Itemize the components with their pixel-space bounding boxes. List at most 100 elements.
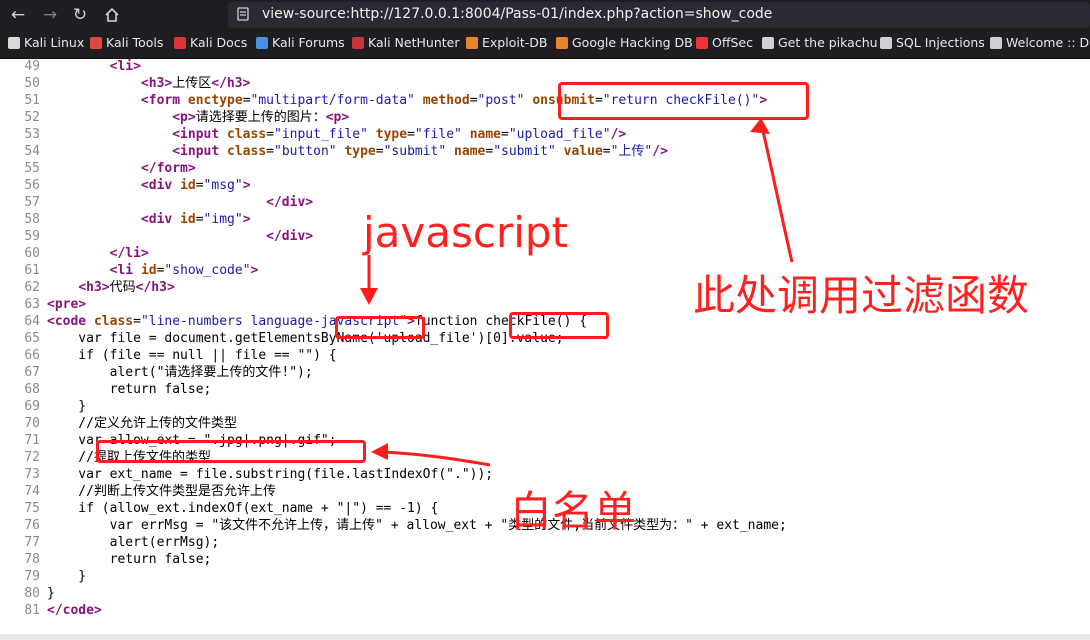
code-text: <li id="show_code"> xyxy=(109,263,259,278)
source-code-view: 49 <li> 50 <h3>上传区</h3> 51 <form enctype="… xyxy=(0,58,1090,634)
bookmark-icon xyxy=(256,37,268,49)
onsubmit-highlight-box xyxy=(558,82,809,120)
reload-icon[interactable]: ↻ xyxy=(68,3,92,27)
line-number: 78 xyxy=(24,552,40,567)
bookmark-label: Get the pikachu xyxy=(778,35,878,50)
bookmark-icon xyxy=(990,37,1002,49)
bookmark-icon xyxy=(352,37,364,49)
code-text: <div id="msg"> xyxy=(140,178,251,193)
line-number: 80 xyxy=(24,586,40,601)
code-text: <div id="img"> xyxy=(140,212,251,227)
line-number: 55 xyxy=(24,161,40,176)
bookmark-item[interactable]: Kali Docs xyxy=(174,35,247,50)
code-text: var file = document.getElementsByName('u… xyxy=(47,331,564,346)
line-number: 59 xyxy=(24,229,40,244)
line-number: 64 xyxy=(24,314,40,329)
filter-function-annotation: 此处调用过滤函数 xyxy=(693,271,1030,320)
whitelist-annotation: 白名单 xyxy=(510,487,637,536)
line-number: 53 xyxy=(24,127,40,142)
line-number: 74 xyxy=(24,484,40,499)
code-text: } xyxy=(47,586,55,601)
line-number: 66 xyxy=(24,348,40,363)
line-number: 73 xyxy=(24,467,40,482)
bookmark-label: Kali Forums xyxy=(272,35,345,50)
forward-arrow-icon[interactable]: → xyxy=(38,3,62,27)
address-bar[interactable]: view-source:http://127.0.0.1:8004/Pass-0… xyxy=(228,2,1090,28)
bookmark-icon xyxy=(762,37,774,49)
bookmark-item[interactable]: Kali Linux xyxy=(8,35,84,50)
line-number: 56 xyxy=(24,178,40,193)
code-text: <pre> xyxy=(47,297,87,312)
bottom-edge xyxy=(0,634,1090,640)
line-number: 77 xyxy=(24,535,40,550)
bookmark-item[interactable]: Welcome :: Da xyxy=(990,35,1090,50)
line-number: 61 xyxy=(24,263,40,278)
allow-ext-highlight-box xyxy=(96,440,366,463)
bookmark-label: SQL Injections xyxy=(896,35,985,50)
line-number: 57 xyxy=(24,195,40,210)
checkfile-highlight-box xyxy=(509,312,609,339)
code-text: var errMsg = "该文件不允许上传，请上传" + allow_ext … xyxy=(47,518,787,533)
line-number: 67 xyxy=(24,365,40,380)
code-text: <code class="line-numbers language-javas… xyxy=(47,314,588,329)
code-text: } xyxy=(47,569,87,584)
bookmark-label: Welcome :: Da xyxy=(1006,35,1090,50)
bookmark-item[interactable]: Kali NetHunter xyxy=(352,35,459,50)
code-text: <input class="input_file" type="file" na… xyxy=(172,127,627,142)
bookmark-label: Kali Linux xyxy=(24,35,85,50)
bookmark-label: Exploit-DB xyxy=(482,35,548,50)
line-number: 69 xyxy=(24,399,40,414)
line-number: 65 xyxy=(24,331,40,346)
code-text: <input class="button" type="submit" name… xyxy=(172,144,668,159)
line-number: 49 xyxy=(24,59,40,74)
code-text: } xyxy=(47,399,87,414)
bookmark-label: Google Hacking DB xyxy=(572,35,693,50)
line-number: 63 xyxy=(24,297,40,312)
code-text: <h3>上传区</h3> xyxy=(140,76,251,91)
code-text: if (allow_ext.indexOf(ext_name + "|") ==… xyxy=(47,501,439,516)
code-text: alert("请选择要上传的文件!"); xyxy=(47,365,313,380)
bookmark-label: Kali Tools xyxy=(106,35,164,50)
code-text: return false; xyxy=(47,552,212,567)
code-text: //判断上传文件类型是否允许上传 xyxy=(47,484,276,499)
bookmark-item[interactable]: Kali Forums xyxy=(256,35,345,50)
url-text: view-source:http://127.0.0.1:8004/Pass-0… xyxy=(262,6,773,22)
line-number: 62 xyxy=(24,280,40,295)
line-number: 76 xyxy=(24,518,40,533)
code-text: <p>请选择要上传的图片：<p> xyxy=(172,110,350,125)
code-text: </li> xyxy=(109,246,149,261)
line-number: 72 xyxy=(24,450,40,465)
bookmark-item[interactable]: Exploit-DB xyxy=(466,35,547,50)
bookmarks-toolbar: Kali Linux Kali Tools Kali Docs Kali Forums… xyxy=(0,30,1090,59)
line-number: 51 xyxy=(24,93,40,108)
bookmark-icon xyxy=(556,37,568,49)
line-number: 79 xyxy=(24,569,40,584)
back-arrow-icon[interactable]: ← xyxy=(6,3,30,27)
bookmark-item[interactable]: OffSec xyxy=(696,35,753,50)
bookmark-label: Kali NetHunter xyxy=(368,35,460,50)
code-text: var ext_name = file.substring(file.lastI… xyxy=(47,467,494,482)
bookmark-icon xyxy=(880,37,892,49)
bookmark-item[interactable]: Kali Tools xyxy=(90,35,163,50)
line-number: 60 xyxy=(24,246,40,261)
bookmark-icon xyxy=(90,37,102,49)
line-number: 75 xyxy=(24,501,40,516)
bookmark-item[interactable]: SQL Injections xyxy=(880,35,985,50)
page-icon xyxy=(237,7,249,21)
bookmark-label: OffSec xyxy=(712,35,753,50)
bookmark-item[interactable]: Get the pikachu xyxy=(762,35,878,50)
line-number: 54 xyxy=(24,144,40,159)
javascript-annotation: javascript xyxy=(363,208,569,257)
line-number: 71 xyxy=(24,433,40,448)
line-number: 58 xyxy=(24,212,40,227)
bookmark-icon xyxy=(696,37,708,49)
bookmark-label: Kali Docs xyxy=(190,35,248,50)
code-text: <li> xyxy=(109,59,141,74)
home-icon[interactable] xyxy=(100,3,124,27)
line-number: 50 xyxy=(24,76,40,91)
code-text: alert(errMsg); xyxy=(47,535,220,550)
code-text: </div> xyxy=(266,195,314,210)
code-text: //定义允许上传的文件类型 xyxy=(47,416,237,431)
code-text: </div> xyxy=(266,229,314,244)
bookmark-item[interactable]: Google Hacking DB xyxy=(556,35,693,50)
